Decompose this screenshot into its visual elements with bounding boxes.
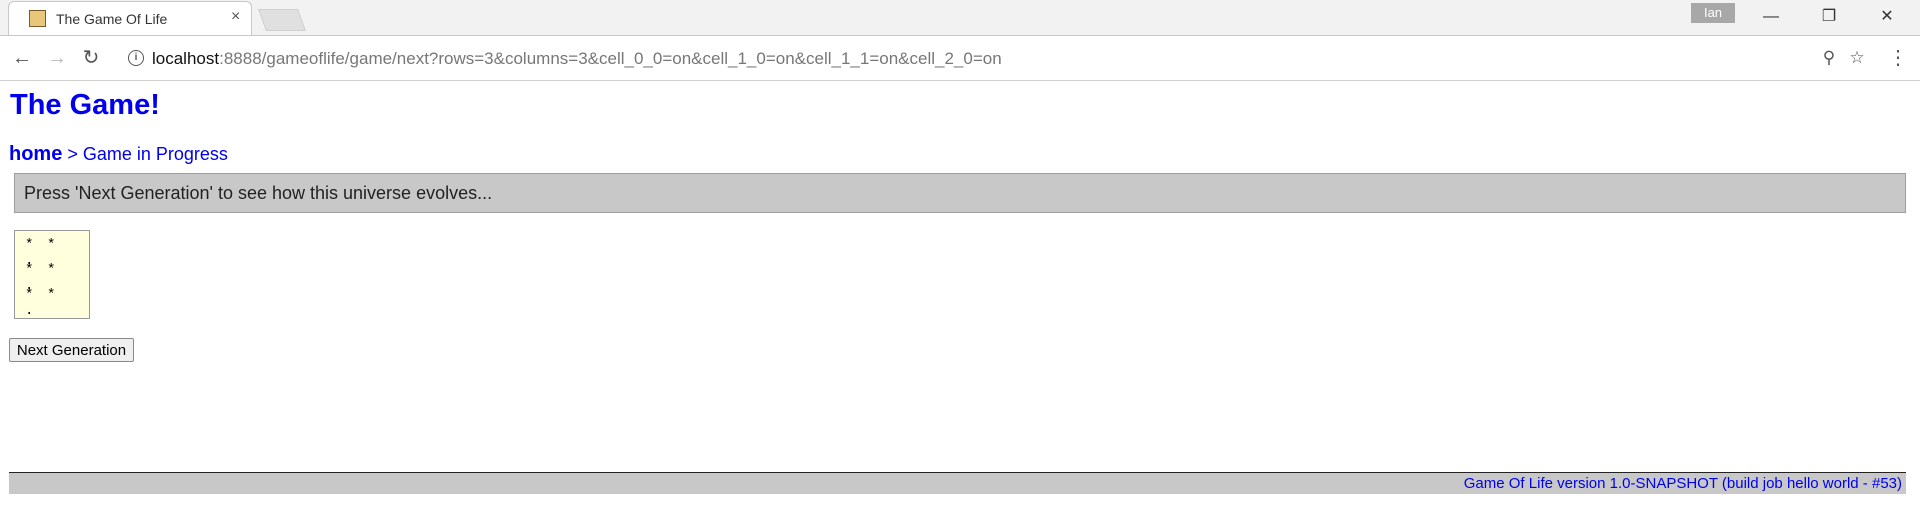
grid-row: * *. bbox=[25, 287, 89, 319]
favicon-icon bbox=[29, 10, 46, 27]
back-icon[interactable]: ← bbox=[9, 45, 35, 71]
breadcrumb-home-link[interactable]: home bbox=[9, 143, 62, 165]
grid-cell: * bbox=[47, 287, 56, 303]
profile-badge[interactable]: Ian bbox=[1691, 3, 1735, 23]
forward-icon[interactable]: → bbox=[44, 45, 70, 71]
universe-grid: * *. * *. * *. bbox=[14, 230, 90, 319]
breadcrumb-separator: > bbox=[62, 144, 83, 164]
page-title: The Game! bbox=[10, 89, 160, 121]
next-generation-button[interactable]: Next Generation bbox=[9, 338, 134, 362]
tab-bar: The Game Of Life × Ian — ❐ ✕ bbox=[0, 0, 1920, 36]
breadcrumb-current: Game in Progress bbox=[82, 144, 228, 164]
minimize-icon[interactable]: — bbox=[1756, 4, 1786, 30]
url-text[interactable]: localhost:8888/gameoflife/game/next?rows… bbox=[152, 49, 1002, 69]
grid-cell: * bbox=[25, 262, 34, 278]
restore-icon[interactable]: ❐ bbox=[1814, 4, 1844, 30]
footer-version-text: Game Of Life version 1.0-SNAPSHOT (build… bbox=[1463, 475, 1902, 492]
url-path: :8888/gameoflife/game/next?rows=3&column… bbox=[219, 49, 1002, 68]
grid-row: * *. bbox=[25, 237, 89, 269]
new-tab-button[interactable] bbox=[257, 9, 307, 31]
browser-menu-icon[interactable]: ⋮ bbox=[1888, 44, 1908, 72]
info-icon[interactable]: i bbox=[128, 50, 144, 66]
grid-row: * *. bbox=[25, 262, 89, 294]
window-close-icon[interactable]: ✕ bbox=[1872, 4, 1902, 30]
grid-cell: * bbox=[25, 287, 34, 303]
tab-title: The Game Of Life bbox=[56, 11, 168, 27]
grid-cell: * bbox=[25, 237, 34, 253]
zoom-icon[interactable]: ⚲ bbox=[1818, 47, 1840, 69]
bookmark-star-icon[interactable]: ☆ bbox=[1846, 47, 1868, 69]
browser-toolbar: ← → ↻ i localhost:8888/gameoflife/game/n… bbox=[0, 36, 1920, 81]
grid-cell: * bbox=[47, 237, 56, 253]
breadcrumb: home > Game in Progress bbox=[9, 143, 228, 166]
browser-tab[interactable]: The Game Of Life × bbox=[8, 1, 252, 35]
address-bar[interactable]: i localhost:8888/gameoflife/game/next?ro… bbox=[114, 41, 1885, 75]
tab-close-icon[interactable]: × bbox=[231, 9, 240, 25]
instruction-banner: Press 'Next Generation' to see how this … bbox=[14, 173, 1906, 213]
url-host: localhost bbox=[152, 49, 220, 68]
grid-cell: * bbox=[47, 262, 56, 278]
page-content: The Game! home > Game in Progress Press … bbox=[0, 81, 1920, 509]
footer-bar: Game Of Life version 1.0-SNAPSHOT (build… bbox=[9, 472, 1906, 494]
grid-cell: . bbox=[25, 303, 34, 319]
reload-icon[interactable]: ↻ bbox=[78, 45, 104, 71]
